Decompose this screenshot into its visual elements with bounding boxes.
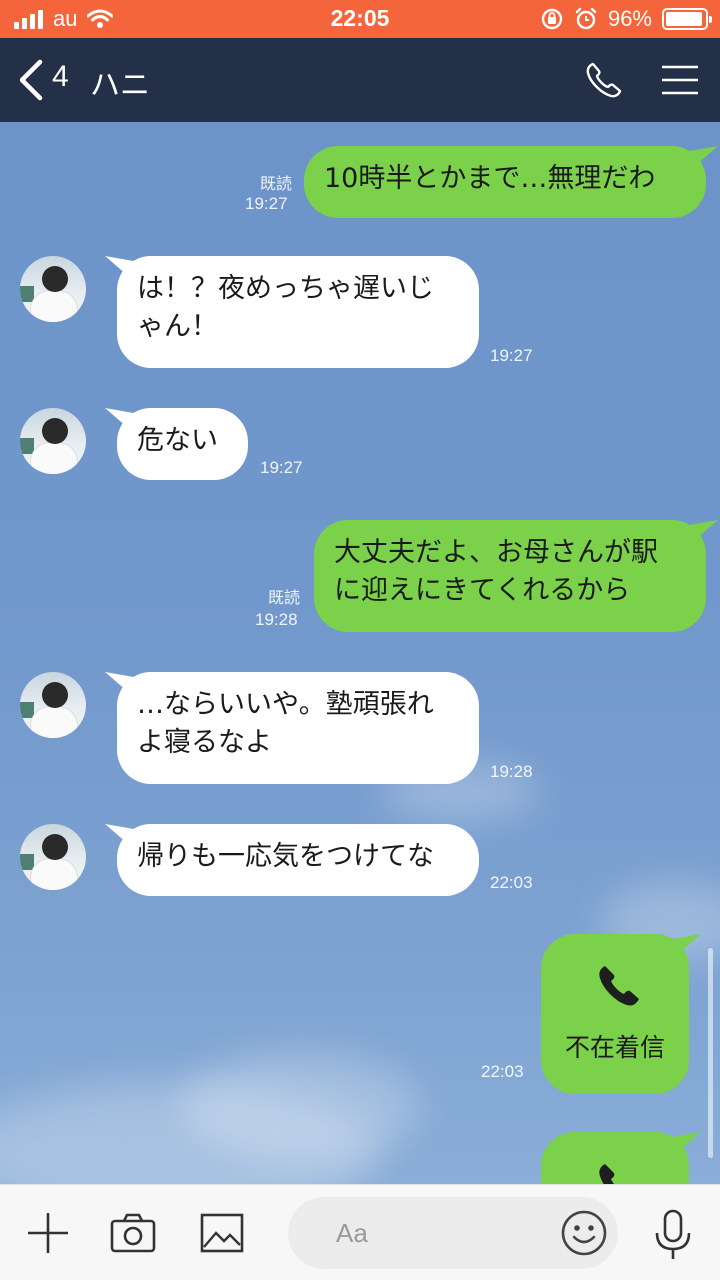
background-cloud: [180, 1052, 420, 1162]
unread-count[interactable]: 4: [52, 60, 69, 94]
message-time: 19:27: [245, 194, 288, 213]
battery-level: [666, 12, 703, 26]
incoming-message[interactable]: 帰りも一応気をつけてな: [117, 824, 479, 896]
missed-call-message[interactable]: [541, 1132, 689, 1184]
message-text: は！？夜めっちゃ遅いじ: [137, 273, 434, 304]
message-input-box[interactable]: [288, 1197, 618, 1269]
scrollbar[interactable]: [708, 948, 713, 1158]
message-time: 19:28: [255, 610, 298, 629]
message-text: 帰りも一応気をつけてな: [137, 841, 434, 872]
phone-icon[interactable]: [584, 60, 624, 100]
message-time: 19:28: [490, 762, 533, 781]
chat-header: 4 ハニ: [0, 38, 720, 122]
message-input[interactable]: [336, 1215, 536, 1251]
message-text: 大丈夫だよ、お母さんが駅: [334, 537, 658, 568]
message-time: 22:03: [490, 873, 533, 892]
menu-icon[interactable]: [660, 64, 700, 96]
message-text: 10時半とかまで…無理だわ: [324, 163, 656, 194]
image-icon[interactable]: [200, 1213, 244, 1253]
avatar[interactable]: [20, 824, 86, 890]
rotation-lock-icon: [541, 8, 563, 30]
outgoing-message[interactable]: 大丈夫だよ、お母さんが駅 に迎えにきてくれるから: [314, 520, 706, 632]
avatar[interactable]: [20, 256, 86, 322]
plus-icon[interactable]: [26, 1211, 70, 1255]
avatar[interactable]: [20, 672, 86, 738]
incoming-message[interactable]: …ならいいや。塾頑張れ よ寝るなよ: [117, 672, 479, 784]
microphone-icon[interactable]: [652, 1209, 694, 1261]
phone-icon: [599, 1164, 615, 1184]
phone-icon: [599, 966, 639, 1006]
back-chevron-icon[interactable]: [16, 58, 46, 102]
avatar[interactable]: [20, 408, 86, 474]
message-text: に迎えにきてくれるから: [334, 575, 631, 606]
chat-area[interactable]: 既読 19:27 10時半とかまで…無理だわ は！？夜めっちゃ遅いじ ゃん！ 1…: [0, 122, 720, 1184]
status-bar: au 22:05 96%: [0, 0, 720, 38]
alarm-icon: [575, 7, 597, 30]
missed-call-message[interactable]: 不在着信: [541, 934, 689, 1094]
message-time: 19:27: [260, 458, 303, 477]
read-receipt: 既読: [268, 588, 301, 607]
read-receipt: 既読: [260, 174, 293, 193]
message-text: …ならいいや。塾頑張れ: [137, 689, 434, 720]
incoming-message[interactable]: は！？夜めっちゃ遅いじ ゃん！: [117, 256, 479, 368]
camera-icon[interactable]: [110, 1213, 156, 1253]
battery-percent: 96%: [607, 6, 652, 31]
emoji-icon[interactable]: [560, 1209, 608, 1257]
message-time: 22:03: [481, 1062, 524, 1081]
message-text: 危ない: [137, 425, 218, 456]
message-text: よ寝るなよ: [137, 727, 272, 758]
battery-icon: [662, 8, 712, 30]
outgoing-message[interactable]: 10時半とかまで…無理だわ: [304, 146, 706, 218]
input-bar: [0, 1184, 720, 1280]
chat-title: ハニ: [90, 68, 150, 103]
message-text: ゃん！: [137, 311, 218, 342]
message-time: 19:27: [490, 346, 533, 365]
missed-call-label: 不在着信: [564, 1033, 665, 1062]
incoming-message[interactable]: 危ない: [117, 408, 248, 480]
